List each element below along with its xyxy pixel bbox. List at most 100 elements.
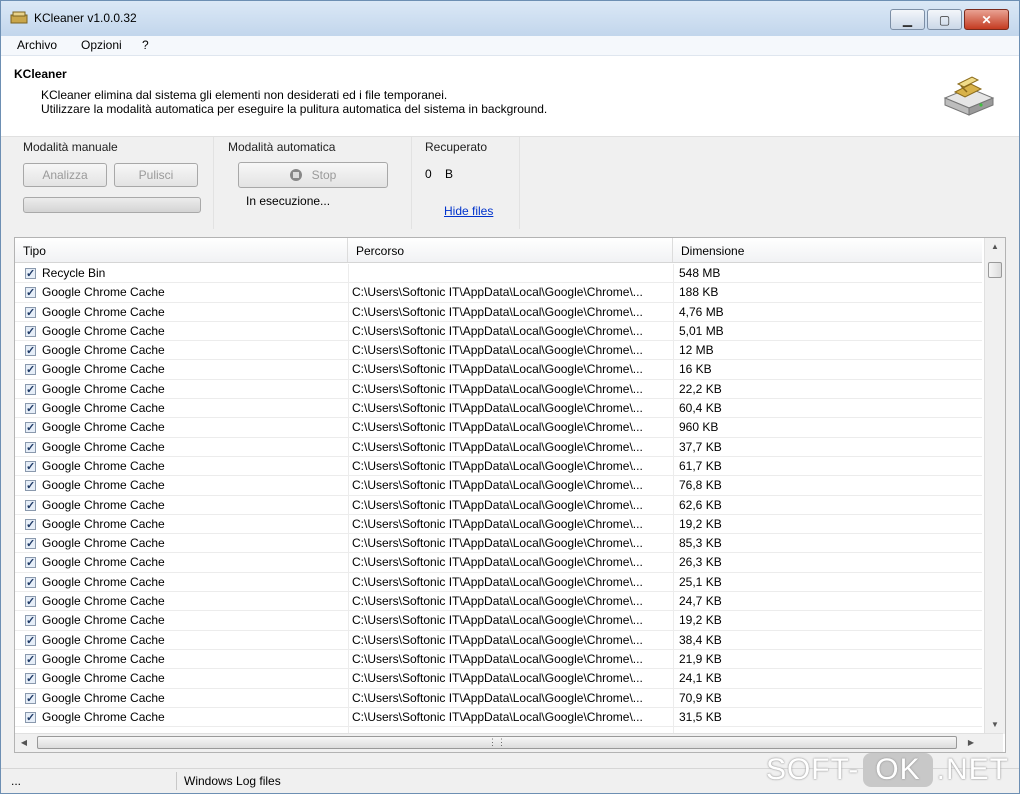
checkbox-checked-icon[interactable] bbox=[25, 458, 36, 476]
clean-button[interactable]: Pulisci bbox=[114, 163, 198, 187]
table-row[interactable]: Google Chrome Cache C:\Users\Softonic IT\… bbox=[15, 457, 982, 477]
checkbox-checked-icon[interactable] bbox=[25, 651, 36, 669]
scroll-up-icon[interactable]: ▲ bbox=[989, 240, 1001, 254]
table-row[interactable]: Google Chrome Cache C:\Users\Softonic IT\… bbox=[15, 611, 982, 631]
cell-tipo: Google Chrome Cache bbox=[25, 689, 345, 708]
menu-opzioni[interactable]: Opzioni bbox=[81, 38, 122, 52]
table-row[interactable]: Google Chrome Cache C:\Users\Softonic IT\… bbox=[15, 515, 982, 535]
table-row[interactable]: Google Chrome Cache C:\Users\Softonic IT\… bbox=[15, 360, 982, 380]
cell-dimensione: 62,6 KB bbox=[679, 497, 722, 512]
maximize-button[interactable]: ▢ bbox=[927, 9, 962, 30]
checkbox-checked-icon[interactable] bbox=[25, 670, 36, 688]
table-row[interactable]: Google Chrome Cache C:\Users\Softonic IT\… bbox=[15, 708, 982, 728]
scroll-right-icon[interactable]: ▶ bbox=[965, 736, 977, 750]
horizontal-scrollbar[interactable]: ◀ ⋮⋮ ▶ bbox=[15, 733, 1003, 752]
cell-dimensione: 21,9 KB bbox=[679, 651, 722, 666]
row-type-label: Google Chrome Cache bbox=[42, 401, 165, 416]
table-row[interactable]: Google Chrome Cache C:\Users\Softonic IT\… bbox=[15, 631, 982, 650]
menu-help[interactable]: ? bbox=[142, 38, 149, 52]
table-row[interactable]: Google Chrome Cache C:\Users\Softonic IT\… bbox=[15, 496, 982, 515]
file-list[interactable]: Tipo Percorso Dimensione Recycle Bin 548 … bbox=[14, 237, 1006, 753]
table-row[interactable]: Google Chrome Cache C:\Users\Softonic IT\… bbox=[15, 399, 982, 419]
checkbox-checked-icon[interactable] bbox=[25, 690, 36, 708]
checkbox-checked-icon[interactable] bbox=[25, 400, 36, 418]
column-header-tipo[interactable]: Tipo bbox=[15, 238, 348, 262]
cell-tipo: Recycle Bin bbox=[25, 264, 345, 283]
table-row[interactable]: Google Chrome Cache C:\Users\Softonic IT\… bbox=[15, 689, 982, 708]
row-type-label: Google Chrome Cache bbox=[42, 343, 165, 358]
row-type-label: Google Chrome Cache bbox=[42, 536, 165, 551]
cell-dimensione: 960 KB bbox=[679, 420, 719, 435]
table-row[interactable]: Google Chrome Cache C:\Users\Softonic IT\… bbox=[15, 380, 982, 400]
title-bar[interactable]: KCleaner v1.0.0.32 ▁ ▢ ✕ bbox=[1, 1, 1019, 36]
app-window: KCleaner v1.0.0.32 ▁ ▢ ✕ Archivo Opzioni… bbox=[0, 0, 1020, 794]
cell-dimensione: 61,7 KB bbox=[679, 458, 722, 473]
checkbox-checked-icon[interactable] bbox=[25, 439, 36, 457]
row-type-label: Google Chrome Cache bbox=[42, 613, 165, 628]
checkbox-checked-icon[interactable] bbox=[25, 535, 36, 553]
cell-percorso: C:\Users\Softonic IT\AppData\Local\Googl… bbox=[352, 671, 643, 686]
vertical-scroll-thumb[interactable] bbox=[988, 262, 1002, 278]
checkbox-checked-icon[interactable] bbox=[25, 574, 36, 592]
cell-tipo: Google Chrome Cache bbox=[25, 611, 345, 630]
checkbox-checked-icon[interactable] bbox=[25, 593, 36, 611]
table-row[interactable]: Google Chrome Cache C:\Users\Softonic IT\… bbox=[15, 573, 982, 593]
cell-tipo: Google Chrome Cache bbox=[25, 418, 345, 437]
checkbox-checked-icon[interactable] bbox=[25, 709, 36, 727]
checkbox-checked-icon[interactable] bbox=[25, 284, 36, 302]
checkbox-checked-icon[interactable] bbox=[25, 304, 36, 322]
row-type-label: Google Chrome Cache bbox=[42, 439, 165, 454]
table-row[interactable]: Recycle Bin 548 MB bbox=[15, 264, 982, 284]
scroll-down-icon[interactable]: ▼ bbox=[989, 718, 1001, 732]
header-description-2: Utilizzare la modalità automatica per es… bbox=[41, 102, 548, 116]
table-row[interactable]: Google Chrome Cache C:\Users\Softonic IT\… bbox=[15, 650, 982, 670]
cell-percorso: C:\Users\Softonic IT\AppData\Local\Googl… bbox=[352, 420, 643, 435]
vertical-scrollbar[interactable]: ▲ ▼ bbox=[984, 238, 1005, 734]
checkbox-checked-icon[interactable] bbox=[25, 497, 36, 515]
checkbox-checked-icon[interactable] bbox=[25, 323, 36, 341]
header-panel: KCleaner KCleaner elimina dal sistema gl… bbox=[1, 56, 1019, 137]
table-row[interactable]: Google Chrome Cache C:\Users\Softonic IT\… bbox=[15, 418, 982, 438]
hide-files-link[interactable]: Hide files bbox=[444, 204, 493, 218]
checkbox-checked-icon[interactable] bbox=[25, 516, 36, 534]
cell-tipo: Google Chrome Cache bbox=[25, 573, 345, 592]
table-row[interactable]: Google Chrome Cache C:\Users\Softonic IT\… bbox=[15, 534, 982, 554]
row-type-label: Google Chrome Cache bbox=[42, 381, 165, 396]
table-row[interactable]: Google Chrome Cache C:\Users\Softonic IT\… bbox=[15, 438, 982, 457]
checkbox-checked-icon[interactable] bbox=[25, 419, 36, 437]
table-row[interactable]: Google Chrome Cache C:\Users\Softonic IT\… bbox=[15, 341, 982, 361]
checkbox-checked-icon[interactable] bbox=[25, 554, 36, 572]
menu-archivo[interactable]: Archivo bbox=[17, 38, 57, 52]
checkbox-checked-icon[interactable] bbox=[25, 265, 36, 283]
table-row[interactable]: Google Chrome Cache C:\Users\Softonic IT\… bbox=[15, 553, 982, 573]
column-header-dimensione[interactable]: Dimensione bbox=[673, 238, 982, 262]
close-button[interactable]: ✕ bbox=[964, 9, 1009, 30]
horizontal-scroll-thumb[interactable]: ⋮⋮ bbox=[37, 736, 957, 749]
table-row[interactable]: Google Chrome Cache C:\Users\Softonic IT\… bbox=[15, 303, 982, 322]
row-type-label: Google Chrome Cache bbox=[42, 420, 165, 435]
checkbox-checked-icon[interactable] bbox=[25, 477, 36, 495]
stop-button[interactable]: Stop bbox=[238, 162, 388, 188]
column-header-percorso[interactable]: Percorso bbox=[348, 238, 673, 262]
cell-dimensione: 22,2 KB bbox=[679, 381, 722, 396]
checkbox-checked-icon[interactable] bbox=[25, 381, 36, 399]
checkbox-checked-icon[interactable] bbox=[25, 612, 36, 630]
cell-percorso: C:\Users\Softonic IT\AppData\Local\Googl… bbox=[352, 632, 643, 647]
cell-dimensione: 37,7 KB bbox=[679, 439, 722, 454]
table-row[interactable]: Google Chrome Cache C:\Users\Softonic IT\… bbox=[15, 476, 982, 496]
maximize-icon: ▢ bbox=[938, 12, 951, 27]
status-divider bbox=[176, 772, 177, 790]
watermark-part-2: OK bbox=[863, 753, 933, 787]
checkbox-checked-icon[interactable] bbox=[25, 361, 36, 379]
cell-dimensione: 76,8 KB bbox=[679, 478, 722, 493]
cell-dimensione: 19,2 KB bbox=[679, 516, 722, 531]
scroll-left-icon[interactable]: ◀ bbox=[18, 736, 30, 750]
table-row[interactable]: Google Chrome Cache C:\Users\Softonic IT\… bbox=[15, 283, 982, 303]
checkbox-checked-icon[interactable] bbox=[25, 342, 36, 360]
checkbox-checked-icon[interactable] bbox=[25, 632, 36, 650]
table-row[interactable]: Google Chrome Cache C:\Users\Softonic IT\… bbox=[15, 322, 982, 342]
table-row[interactable]: Google Chrome Cache C:\Users\Softonic IT\… bbox=[15, 592, 982, 612]
table-row[interactable]: Google Chrome Cache C:\Users\Softonic IT\… bbox=[15, 669, 982, 689]
minimize-button[interactable]: ▁ bbox=[890, 9, 925, 30]
analyze-button[interactable]: Analizza bbox=[23, 163, 107, 187]
